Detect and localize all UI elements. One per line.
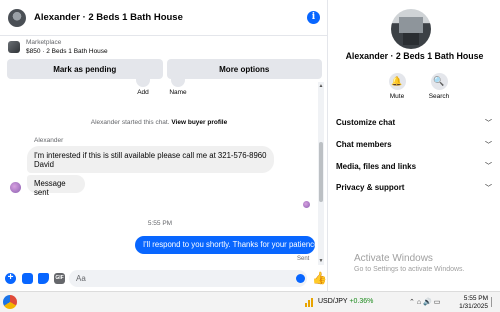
avatar[interactable]: [8, 8, 26, 27]
currency-change: +0.36%: [349, 298, 374, 305]
chat-title[interactable]: Alexander · 2 Beds 1 Bath House: [34, 12, 183, 23]
chevron-down-icon: ﹀: [485, 184, 492, 192]
currency-widget[interactable]: USD/JPY +0.36%: [318, 298, 373, 305]
activate-windows-watermark: Activate Windows Go to Settings to activ…: [354, 253, 465, 273]
add-icon: [136, 79, 150, 87]
section-label: Media, files and links: [336, 161, 417, 171]
taskbar: USD/JPY +0.36% ⌃ ⌂ 🔊 ▭ 5:55 PM 1/31/2025: [0, 291, 500, 312]
message-timestamp: 5:55 PM: [147, 220, 173, 227]
sender-name: Alexander: [34, 137, 64, 144]
info-icon[interactable]: i: [307, 11, 320, 24]
network-icon[interactable]: ⌂: [417, 299, 421, 306]
mute-label: Mute: [389, 93, 405, 100]
emoji-icon[interactable]: [296, 274, 305, 283]
message-signature: David: [34, 160, 54, 169]
listing-thumbnail: [8, 41, 20, 53]
bell-icon: 🔔: [388, 73, 406, 90]
sent-status: Sent: [297, 256, 310, 262]
conversation-pane: Alexander · 2 Beds 1 Bath House i Market…: [0, 0, 328, 291]
photo-icon[interactable]: [22, 273, 33, 284]
listing-label: Marketplace: [26, 39, 62, 46]
chart-icon: [305, 298, 315, 307]
section-label: Privacy & support: [336, 183, 405, 193]
speaker-icon[interactable]: 🔊: [423, 299, 432, 306]
chat-scrollbar[interactable]: ▲ ▼: [318, 82, 324, 265]
browser-icon[interactable]: [3, 295, 17, 309]
watermark-subtitle: Go to Settings to activate Windows.: [354, 266, 465, 273]
media-files-links-row[interactable]: Media, files and links ﹀: [336, 155, 492, 177]
more-options-button[interactable]: More options: [166, 59, 322, 79]
listing-actions: Mark as pending More options: [7, 59, 322, 79]
sender-avatar[interactable]: [10, 182, 21, 193]
search-label: Search: [428, 93, 450, 100]
chat-started-notice: Alexander started this chat. View buyer …: [0, 119, 318, 126]
gif-icon[interactable]: GIF: [54, 273, 65, 284]
section-label: Chat members: [336, 140, 392, 150]
name-label: Name: [169, 89, 187, 96]
scroll-thumb[interactable]: [319, 142, 323, 202]
clock-date: 1/31/2025: [459, 303, 488, 310]
sticker-icon[interactable]: [38, 273, 49, 284]
watermark-title: Activate Windows: [354, 253, 433, 264]
mute-button[interactable]: 🔔 Mute: [379, 73, 415, 100]
details-actions: 🔔 Mute 🔍 Search: [379, 73, 459, 105]
message-text: I'm interested if this is still availabl…: [34, 151, 267, 160]
add-label: Add: [137, 89, 149, 96]
details-sections: Customize chat ﹀ Chat members ﹀ Media, f…: [336, 112, 492, 199]
system-clock[interactable]: 5:55 PM 1/31/2025: [450, 295, 488, 311]
chat-members-row[interactable]: Chat members ﹀: [336, 134, 492, 156]
incoming-message[interactable]: I'm interested if this is still availabl…: [27, 146, 274, 173]
chat-details-pane: Alexander · 2 Beds 1 Bath House 🔔 Mute 🔍…: [329, 0, 500, 291]
message-input[interactable]: [69, 270, 307, 287]
listing-summary[interactable]: Marketplace $850 · 2 Beds 1 Bath House: [0, 36, 328, 58]
incoming-message[interactable]: Message sent: [27, 175, 85, 197]
outgoing-message[interactable]: I'll respond to you shortly. Thanks for …: [135, 236, 318, 254]
listing-avatar[interactable]: [391, 9, 431, 49]
add-button[interactable]: Add: [128, 79, 158, 96]
listing-detail: $850 · 2 Beds 1 Bath House: [26, 48, 108, 55]
currency-pair: USD/JPY: [318, 298, 348, 305]
scroll-up-arrow-icon[interactable]: ▲: [318, 82, 324, 90]
chevron-down-icon: ﹀: [485, 119, 492, 127]
system-tray[interactable]: ⌃ ⌂ 🔊 ▭: [409, 298, 440, 306]
seen-avatar: [303, 201, 310, 208]
search-button[interactable]: 🔍 Search: [421, 73, 457, 100]
chevron-down-icon: ﹀: [485, 163, 492, 171]
chat-started-text: Alexander started this chat.: [90, 119, 170, 126]
chat-header: Alexander · 2 Beds 1 Bath House i: [0, 0, 328, 36]
name-icon: [171, 79, 185, 87]
battery-icon[interactable]: ▭: [434, 299, 441, 306]
plus-icon[interactable]: +: [5, 273, 16, 284]
chevron-down-icon: ﹀: [485, 141, 492, 149]
customize-chat-row[interactable]: Customize chat ﹀: [336, 112, 492, 134]
view-buyer-profile-link[interactable]: View buyer profile: [171, 119, 227, 126]
show-desktop-button[interactable]: [491, 297, 497, 307]
chevron-up-icon[interactable]: ⌃: [409, 299, 415, 306]
privacy-support-row[interactable]: Privacy & support ﹀: [336, 177, 492, 199]
quick-actions: Add Name: [0, 79, 320, 99]
name-button[interactable]: Name: [163, 79, 193, 96]
message-composer: + GIF 👍: [0, 266, 328, 291]
app-window: Alexander · 2 Beds 1 Bath House i Market…: [0, 0, 500, 312]
search-icon: 🔍: [430, 73, 448, 90]
mark-as-pending-button[interactable]: Mark as pending: [7, 59, 163, 79]
section-label: Customize chat: [336, 118, 396, 128]
details-title: Alexander · 2 Beds 1 Bath House: [345, 51, 484, 61]
clock-time: 5:55 PM: [463, 295, 488, 302]
scroll-down-arrow-icon[interactable]: ▼: [318, 257, 324, 265]
thumbs-up-icon[interactable]: 👍: [312, 271, 327, 285]
